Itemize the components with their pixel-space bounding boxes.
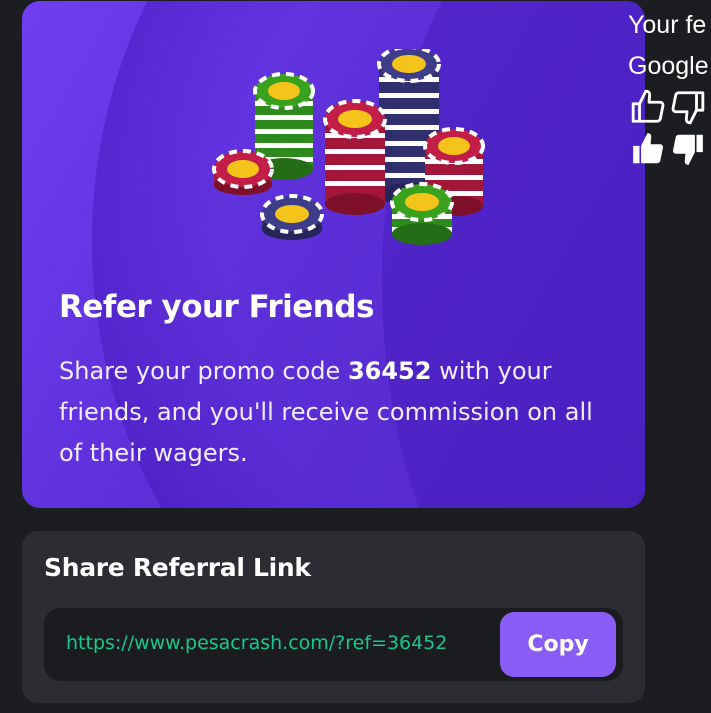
green-chip-stack-front (390, 182, 454, 245)
refer-friends-title: Refer your Friends (59, 289, 375, 325)
thumbs-up-filled-icon[interactable] (630, 130, 668, 168)
copy-button[interactable]: Copy (500, 612, 616, 677)
referral-link-text[interactable]: https://www.pesacrash.com/?ref=36452 (66, 632, 447, 654)
thumbs-up-outline-icon[interactable] (630, 88, 668, 126)
referral-link-box: https://www.pesacrash.com/?ref=36452 Cop… (44, 608, 623, 681)
refer-friends-card: Refer your Friends Share your promo code… (22, 1, 645, 508)
refer-friends-description: Share your promo code 36452 with your fr… (59, 351, 619, 474)
share-referral-title: Share Referral Link (44, 553, 311, 582)
share-referral-card: Share Referral Link https://www.pesacras… (22, 531, 645, 703)
red-chip-single (212, 149, 274, 195)
poker-chips-illustration (212, 49, 485, 245)
thumbs-down-filled-icon[interactable] (668, 130, 706, 168)
feedback-prompt-text: Your fe (628, 11, 707, 39)
thumbs-down-outline-icon[interactable] (668, 88, 706, 126)
navy-chip-single (260, 194, 324, 240)
description-text-start: Share your promo code (59, 357, 348, 385)
page: Refer your Friends Share your promo code… (0, 0, 711, 713)
feedback-google-text: Google (628, 52, 709, 80)
red-chip-stack (323, 99, 387, 215)
feedback-panel: Your fe Google (628, 0, 711, 200)
promo-code: 36452 (347, 357, 432, 385)
